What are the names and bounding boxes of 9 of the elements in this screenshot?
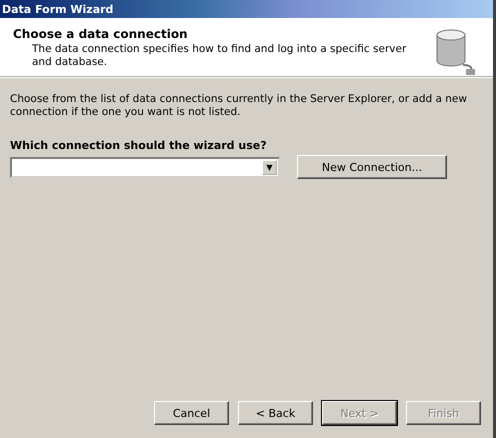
cancel-button[interactable]: Cancel [154, 401, 229, 425]
back-button[interactable]: < Back [238, 401, 313, 425]
page-title: Choose a data connection [13, 27, 189, 41]
page-description: The data connection specifies how to find and log into a specific server and database. [32, 43, 407, 69]
field-label: Which connection should the wizard use? [10, 139, 268, 152]
new-connection-button[interactable]: New Connection... [297, 155, 447, 179]
window-title: Data Form Wizard [0, 0, 493, 18]
connection-dropdown[interactable]: ▼ [10, 156, 280, 178]
instruction-text: Choose from the list of data connections currently in the Server Explorer, or add a new connection if the one you want is not listed. [10, 93, 468, 119]
